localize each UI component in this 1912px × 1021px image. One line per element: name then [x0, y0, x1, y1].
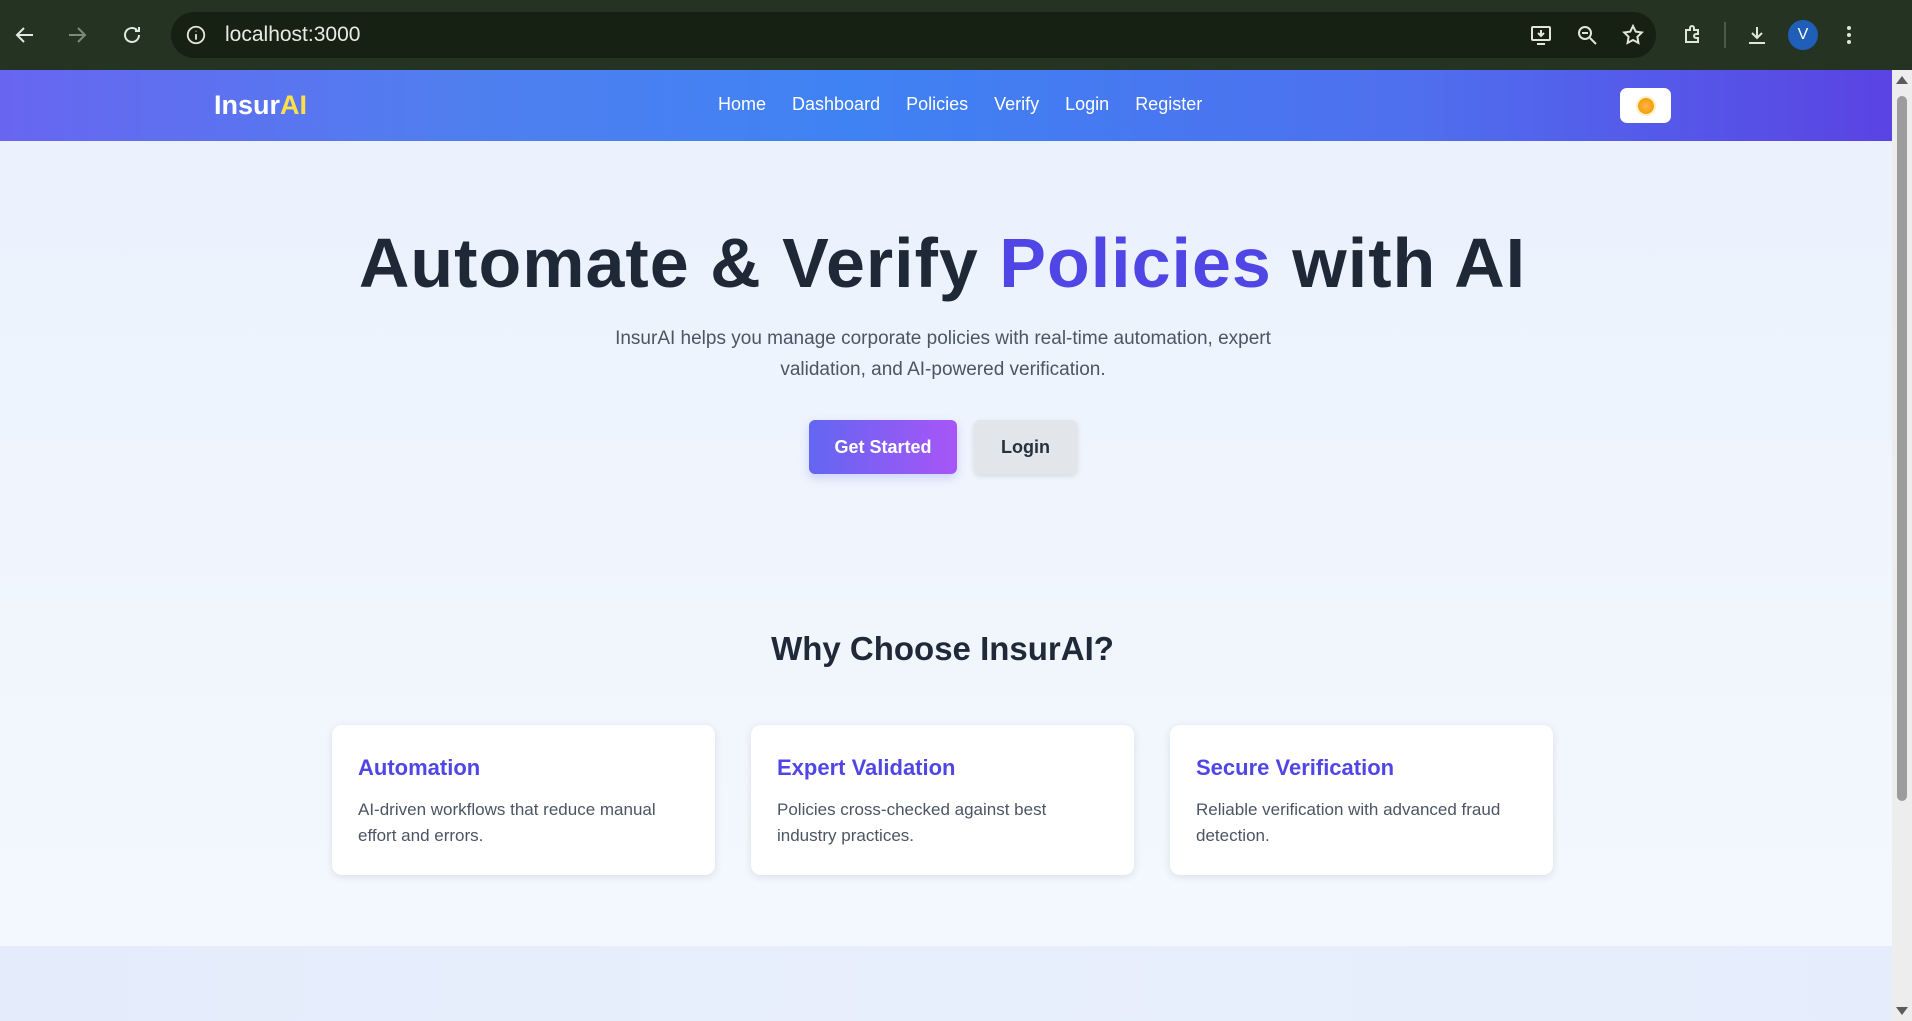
- reload-icon[interactable]: [113, 16, 151, 54]
- hero-subtitle: InsurAI helps you manage corporate polic…: [615, 328, 1271, 380]
- brand-logo[interactable]: InsurAI: [214, 90, 307, 121]
- feature-card-expert-validation: Expert Validation Policies cross-checked…: [751, 725, 1134, 875]
- nav-links: Home Dashboard Policies Verify Login Reg…: [718, 94, 1228, 115]
- feature-card-secure-verification: Secure Verification Reliable verificatio…: [1170, 725, 1553, 875]
- info-icon[interactable]: [181, 20, 211, 50]
- nav-link-policies[interactable]: Policies: [906, 94, 968, 115]
- back-arrow-icon[interactable]: [6, 16, 44, 54]
- nav-link-verify[interactable]: Verify: [994, 94, 1039, 115]
- scrollbar-thumb[interactable]: [1897, 96, 1907, 801]
- feature-card-automation: Automation AI-driven workflows that redu…: [332, 725, 715, 875]
- next-section-band: [0, 946, 1892, 1021]
- avatar: V: [1788, 20, 1818, 50]
- page-viewport: InsurAI Home Dashboard Policies Verify L…: [0, 70, 1892, 1021]
- page-scrollbar[interactable]: [1892, 70, 1912, 1021]
- login-button[interactable]: Login: [974, 420, 1077, 474]
- hero-title-part2: with AI: [1271, 224, 1527, 302]
- profile-avatar[interactable]: V: [1780, 12, 1826, 58]
- zoom-icon[interactable]: [1564, 12, 1610, 58]
- features-title: Why Choose InsurAI?: [771, 630, 1114, 667]
- install-app-icon[interactable]: [1518, 12, 1564, 58]
- scroll-up-arrow-icon[interactable]: [1896, 76, 1908, 84]
- nav-link-login[interactable]: Login: [1065, 94, 1109, 115]
- hero-title: Automate & Verify Policies with AI: [0, 223, 1885, 303]
- hero-title-part1: Automate & Verify: [358, 224, 1000, 302]
- url-text[interactable]: localhost:3000: [225, 23, 360, 47]
- sun-icon: [1637, 97, 1654, 114]
- scroll-down-arrow-icon[interactable]: [1896, 1007, 1908, 1015]
- nav-link-home[interactable]: Home: [718, 94, 766, 115]
- feature-card-title: Expert Validation: [777, 755, 956, 780]
- brand-main: Insur: [214, 90, 281, 120]
- forward-arrow-icon[interactable]: [58, 16, 96, 54]
- toolbar-divider: [1724, 22, 1726, 48]
- download-icon[interactable]: [1734, 12, 1780, 58]
- browser-toolbar: localhost:3000 V: [0, 0, 1912, 70]
- get-started-button[interactable]: Get Started: [809, 420, 957, 474]
- kebab-menu-icon[interactable]: [1826, 12, 1872, 58]
- feature-card-title: Automation: [358, 755, 481, 780]
- nav-link-dashboard[interactable]: Dashboard: [792, 94, 880, 115]
- star-icon[interactable]: [1610, 12, 1656, 58]
- puzzle-icon[interactable]: [1670, 12, 1716, 58]
- feature-card-text: Reliable verification with advanced frau…: [1196, 800, 1501, 845]
- nav-link-register[interactable]: Register: [1135, 94, 1202, 115]
- theme-toggle-button[interactable]: [1620, 88, 1671, 123]
- feature-card-text: Policies cross-checked against best indu…: [777, 800, 1047, 845]
- brand-accent: AI: [280, 90, 308, 120]
- hero-title-accent: Policies: [999, 224, 1272, 302]
- address-bar[interactable]: localhost:3000: [171, 12, 1656, 58]
- feature-card-title: Secure Verification: [1196, 755, 1395, 780]
- site-navbar: InsurAI Home Dashboard Policies Verify L…: [0, 70, 1892, 141]
- feature-card-text: AI-driven workflows that reduce manual e…: [358, 800, 656, 845]
